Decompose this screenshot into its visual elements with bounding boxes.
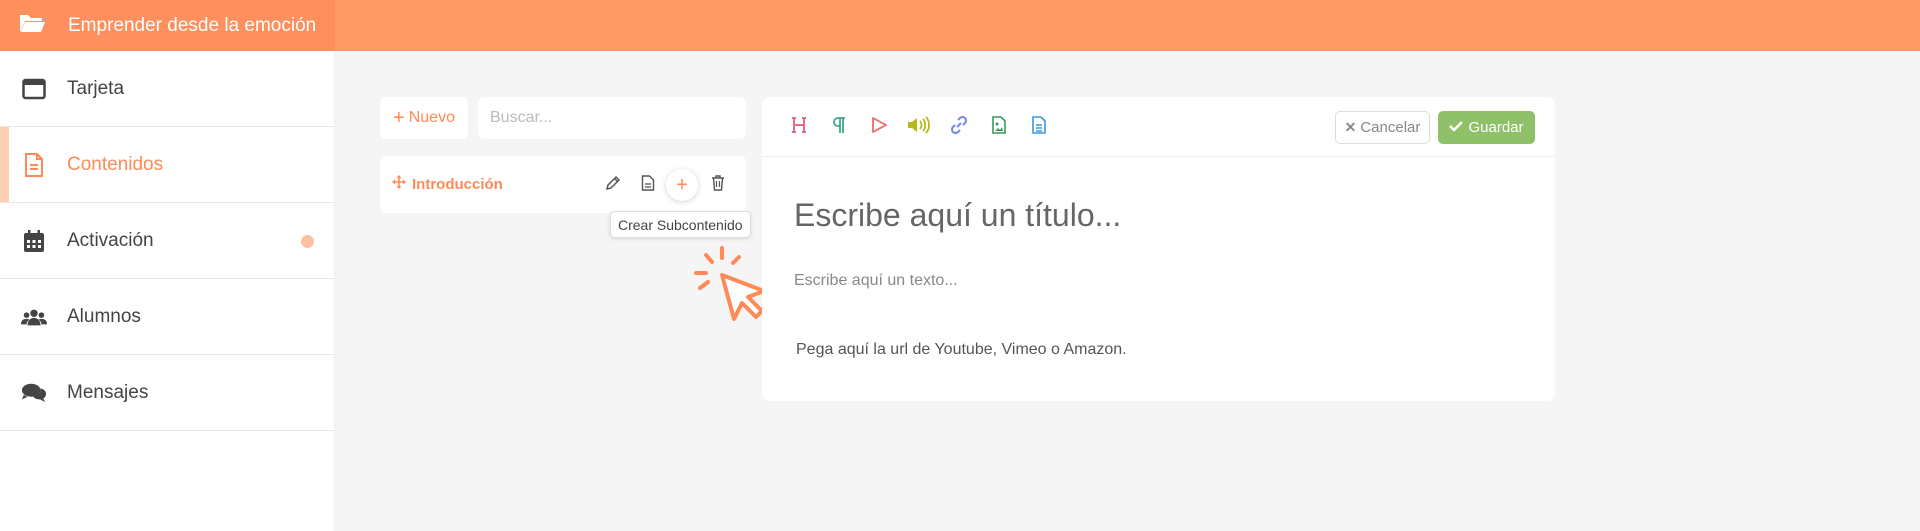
video-tool[interactable]	[865, 113, 893, 141]
tree-item-label: Introducción	[412, 175, 503, 193]
app-title: Emprender desde la emoción	[68, 14, 317, 36]
delete-button[interactable]	[702, 169, 734, 201]
paragraph-tool[interactable]	[825, 113, 853, 141]
title-input[interactable]	[794, 193, 1514, 237]
text-input[interactable]	[794, 269, 1514, 293]
audio-icon	[907, 115, 931, 139]
calendar-icon	[21, 228, 47, 254]
create-subcontent-button[interactable]: +	[666, 169, 698, 201]
sidebar-item-contenidos[interactable]: Contenidos	[0, 127, 334, 203]
move-icon	[392, 175, 406, 193]
link-tool[interactable]	[945, 113, 973, 141]
document-icon	[641, 174, 655, 196]
sidebar-item-label: Tarjeta	[67, 77, 125, 99]
image-tool[interactable]	[985, 113, 1013, 141]
trash-icon	[711, 174, 725, 196]
sidebar-item-label: Contenidos	[67, 153, 164, 175]
search-input[interactable]	[478, 97, 746, 139]
tree-item-introduccion[interactable]: Introducción	[392, 175, 503, 193]
close-icon: ✕	[1344, 119, 1357, 135]
play-icon	[870, 116, 888, 139]
cancel-button[interactable]: ✕ Cancelar	[1335, 111, 1430, 144]
save-button[interactable]: Guardar	[1438, 111, 1535, 144]
tooltip: Crear Subcontenido	[610, 211, 751, 238]
check-icon	[1449, 119, 1464, 136]
edit-button[interactable]	[597, 169, 629, 201]
document-icon	[21, 152, 47, 178]
view-document-button[interactable]	[632, 169, 664, 201]
sidebar-item-tarjeta[interactable]: Tarjeta	[0, 51, 334, 127]
editor-toolbar: ✕ Cancelar Guardar	[762, 97, 1555, 157]
image-file-icon	[992, 115, 1006, 139]
new-content-button[interactable]: + Nuevo	[380, 97, 468, 139]
click-cursor-icon	[692, 245, 772, 330]
folder-open-icon	[18, 12, 68, 40]
document-icon	[1032, 115, 1046, 139]
content-editor: ✕ Cancelar Guardar	[762, 97, 1555, 401]
sidebar: Tarjeta Contenidos Activación Alumnos Me…	[0, 51, 335, 531]
sidebar-item-activacion[interactable]: Activación	[0, 203, 334, 279]
cancel-label: Cancelar	[1360, 119, 1421, 136]
heading-icon	[790, 116, 808, 139]
sidebar-item-label: Mensajes	[67, 381, 149, 403]
content-tree: Introducción +	[380, 156, 746, 213]
sidebar-item-alumnos[interactable]: Alumnos	[0, 279, 334, 355]
sidebar-item-mensajes[interactable]: Mensajes	[0, 355, 334, 431]
chat-icon	[21, 380, 47, 406]
window-icon	[21, 76, 47, 102]
document-tool[interactable]	[1025, 113, 1053, 141]
heading-tool[interactable]	[785, 113, 813, 141]
link-icon	[949, 115, 969, 140]
audio-tool[interactable]	[905, 113, 933, 141]
pencil-icon	[605, 175, 621, 196]
sidebar-item-label: Activación	[67, 229, 154, 251]
paragraph-icon	[832, 116, 846, 139]
new-content-label: Nuevo	[408, 109, 455, 126]
app-title-bar[interactable]: Emprender desde la emoción	[0, 0, 335, 51]
save-label: Guardar	[1468, 119, 1524, 136]
sidebar-item-label: Alumnos	[67, 305, 141, 327]
users-icon	[21, 304, 47, 330]
plus-icon: +	[393, 107, 405, 129]
notification-dot	[301, 235, 314, 248]
video-url-input[interactable]	[796, 338, 1516, 362]
plus-icon: +	[676, 173, 688, 196]
